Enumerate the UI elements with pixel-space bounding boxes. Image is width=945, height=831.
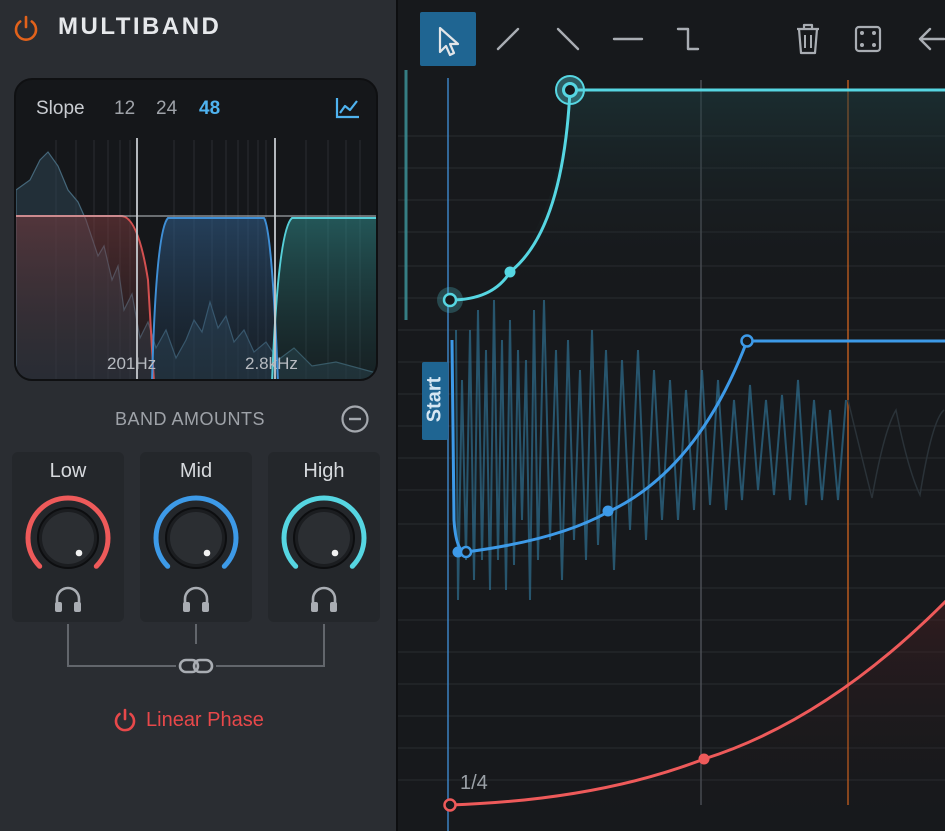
- band-low: Low: [12, 452, 124, 622]
- minus-circle-icon[interactable]: [340, 404, 370, 434]
- crossover-frequency-high[interactable]: 2.8kHz: [245, 354, 298, 374]
- envelope-editor: Start 1/4: [396, 0, 945, 831]
- multiband-panel: MULTIBAND Slope 12 24 48 201Hz 2.8kHz BA…: [0, 0, 396, 831]
- high-amount-knob[interactable]: [278, 492, 370, 584]
- editor-toolbar: [398, 0, 945, 72]
- grid-division-label[interactable]: 1/4: [460, 772, 488, 795]
- panel-title: MULTIBAND: [58, 13, 222, 40]
- link-icon[interactable]: [176, 652, 216, 680]
- step-icon[interactable]: [660, 12, 716, 66]
- low-amount-knob[interactable]: [22, 492, 114, 584]
- power-icon[interactable]: [12, 14, 40, 42]
- band-low-label: Low: [49, 460, 87, 482]
- band-amounts-title: BAND AMOUNTS: [115, 409, 266, 429]
- crossover-display[interactable]: Slope 12 24 48 201Hz 2.8kHz: [14, 78, 378, 381]
- power-icon: [114, 708, 136, 732]
- linear-phase-label: Linear Phase: [146, 708, 264, 731]
- slope-12-option[interactable]: 12: [114, 98, 135, 120]
- band-high: High: [268, 452, 380, 622]
- dice-icon[interactable]: [840, 12, 896, 66]
- ramp-down-icon[interactable]: [540, 12, 596, 66]
- start-marker-label: Start: [423, 376, 446, 423]
- mid-amount-knob[interactable]: [150, 492, 242, 584]
- slope-24-option[interactable]: 24: [156, 98, 177, 120]
- headphones-icon[interactable]: [180, 584, 212, 614]
- band-mid: Mid: [140, 452, 252, 622]
- panel-header: MULTIBAND: [0, 0, 396, 56]
- slope-label: Slope: [36, 98, 85, 119]
- crossover-frequency-low[interactable]: 201Hz: [107, 354, 156, 374]
- arrow-left-icon[interactable]: [900, 12, 945, 66]
- flat-line-icon[interactable]: [600, 12, 656, 66]
- envelope-canvas[interactable]: [398, 0, 945, 831]
- start-marker[interactable]: Start: [422, 362, 448, 440]
- band-mid-label: Mid: [179, 460, 213, 482]
- slope-48-option[interactable]: 48: [199, 98, 220, 120]
- trash-icon[interactable]: [780, 12, 836, 66]
- headphones-icon[interactable]: [308, 584, 340, 614]
- crossover-graph[interactable]: [16, 80, 378, 381]
- band-high-label: High: [303, 460, 345, 482]
- linear-phase-toggle[interactable]: Linear Phase: [112, 704, 264, 736]
- headphones-icon[interactable]: [52, 584, 84, 614]
- ramp-up-icon[interactable]: [480, 12, 536, 66]
- select-pointer-icon[interactable]: [420, 12, 476, 66]
- spectrum-chart-icon[interactable]: [334, 95, 362, 121]
